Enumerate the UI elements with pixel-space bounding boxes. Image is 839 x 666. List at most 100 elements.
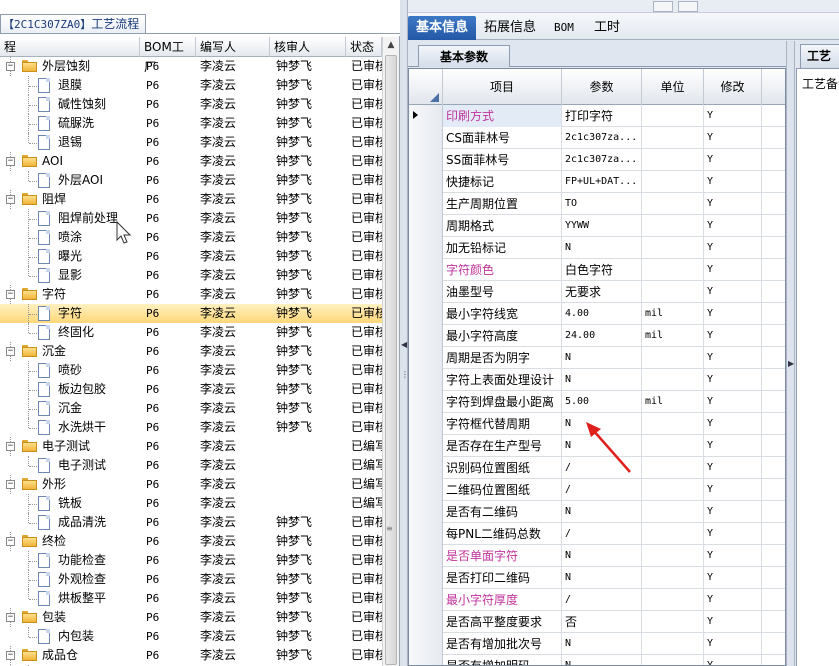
param-value-cell[interactable]: 2c1c307za... xyxy=(562,127,642,149)
tab-work-hours[interactable]: 工时 xyxy=(586,16,628,40)
param-value-cell[interactable]: N xyxy=(562,633,642,655)
param-value-cell[interactable]: FP+UL+DAT... xyxy=(562,171,642,193)
col-header-status[interactable]: 状态 xyxy=(346,37,382,57)
param-value-cell[interactable]: / xyxy=(562,589,642,611)
param-modify-cell[interactable]: Y xyxy=(704,237,762,259)
param-row[interactable]: 快捷标记 FP+UL+DAT... Y xyxy=(409,171,785,193)
expand-toggle-icon[interactable]: − xyxy=(6,651,15,660)
expand-toggle-icon[interactable]: − xyxy=(6,442,15,451)
tree-folder-row[interactable]: − 沉金 P6 李凌云 钟梦飞 已审核 xyxy=(0,342,382,361)
tree-folder-row[interactable]: − 电子测试 P6 李凌云 已编写 xyxy=(0,437,382,456)
row-indicator[interactable] xyxy=(409,171,443,193)
param-value-cell[interactable]: / xyxy=(562,457,642,479)
row-indicator[interactable] xyxy=(409,589,443,611)
row-indicator[interactable] xyxy=(409,149,443,171)
tree-item-row[interactable]: 水洗烘干 P6 李凌云 钟梦飞 已审核 xyxy=(0,418,382,437)
col-header-unit[interactable]: 单位 xyxy=(642,69,704,105)
row-indicator[interactable] xyxy=(409,105,443,127)
tree-item-row[interactable]: 退锡 P6 李凌云 钟梦飞 已审核 xyxy=(0,133,382,152)
process-flow-tab[interactable]: 【2C1C307ZA0】工艺流程 xyxy=(0,14,147,34)
param-modify-cell[interactable]: Y xyxy=(704,281,762,303)
param-modify-cell[interactable]: Y xyxy=(704,479,762,501)
tree-folder-row[interactable]: − 外层蚀刻 P6 李凌云 钟梦飞 已审核 xyxy=(0,57,382,76)
col-header-editor[interactable]: 编写人 xyxy=(196,37,270,57)
param-modify-cell[interactable]: Y xyxy=(704,589,762,611)
tree-item-row[interactable]: 外观检查 P6 李凌云 钟梦飞 已审核 xyxy=(0,570,382,589)
param-row[interactable]: 识别码位置图纸 / Y xyxy=(409,457,785,479)
row-indicator[interactable] xyxy=(409,127,443,149)
expand-toggle-icon[interactable]: − xyxy=(6,157,15,166)
param-row[interactable]: 字符到焊盘最小距离 5.00 mil Y xyxy=(409,391,785,413)
param-row[interactable]: 加无铅标记 N Y xyxy=(409,237,785,259)
param-row[interactable]: 是否存在生产型号 N Y xyxy=(409,435,785,457)
expand-toggle-icon[interactable]: − xyxy=(6,537,15,546)
row-indicator[interactable] xyxy=(409,215,443,237)
row-indicator[interactable] xyxy=(409,523,443,545)
tree-item-row[interactable]: 功能检查 P6 李凌云 钟梦飞 已审核 xyxy=(0,551,382,570)
notes-area[interactable]: 工艺备注 xyxy=(796,68,839,666)
main-splitter[interactable]: ◀ ⋮ xyxy=(400,0,409,666)
param-value-cell[interactable]: 4.00 xyxy=(562,303,642,325)
tree-folder-row[interactable]: − 阻焊 P6 李凌云 钟梦飞 已审核 xyxy=(0,190,382,209)
expand-toggle-icon[interactable]: − xyxy=(6,480,15,489)
param-modify-cell[interactable]: Y xyxy=(704,655,762,665)
param-modify-cell[interactable]: Y xyxy=(704,369,762,391)
col-header-value[interactable]: 参数 xyxy=(562,69,642,105)
tree-item-row[interactable]: 烘板整平 P6 李凌云 钟梦飞 已审核 xyxy=(0,589,382,608)
tree-item-row[interactable]: 铣板 P6 李凌云 已编写 xyxy=(0,494,382,513)
param-value-cell[interactable]: 否 xyxy=(562,611,642,633)
window-button[interactable] xyxy=(653,1,673,12)
row-indicator[interactable] xyxy=(409,545,443,567)
param-modify-cell[interactable]: Y xyxy=(704,347,762,369)
row-indicator[interactable] xyxy=(409,611,443,633)
tree-item-row[interactable]: 终固化 P6 李凌云 钟梦飞 已审核 xyxy=(0,323,382,342)
row-indicator[interactable] xyxy=(409,259,443,281)
tree-folder-row[interactable]: − 外形 P6 李凌云 已编写 xyxy=(0,475,382,494)
param-row[interactable]: SS面菲林号 2c1c307za... Y xyxy=(409,149,785,171)
param-row[interactable]: 是否有二维码 N Y xyxy=(409,501,785,523)
param-modify-cell[interactable]: Y xyxy=(704,501,762,523)
row-indicator[interactable] xyxy=(409,457,443,479)
row-indicator[interactable] xyxy=(409,347,443,369)
param-modify-cell[interactable]: Y xyxy=(704,193,762,215)
param-modify-cell[interactable]: Y xyxy=(704,105,762,127)
tree-item-row[interactable]: 板边包胶 P6 李凌云 钟梦飞 已审核 xyxy=(0,380,382,399)
param-modify-cell[interactable]: Y xyxy=(704,523,762,545)
param-modify-cell[interactable]: Y xyxy=(704,303,762,325)
tree-item-row[interactable]: 内包装 P6 李凌云 钟梦飞 已审核 xyxy=(0,627,382,646)
tree-item-row[interactable]: 喷砂 P6 李凌云 钟梦飞 已审核 xyxy=(0,361,382,380)
tree-item-row[interactable]: 电子测试 P6 李凌云 已编写 xyxy=(0,456,382,475)
param-value-cell[interactable]: TO xyxy=(562,193,642,215)
col-header-process[interactable]: 程 xyxy=(0,37,140,57)
param-modify-cell[interactable]: Y xyxy=(704,435,762,457)
param-modify-cell[interactable]: Y xyxy=(704,413,762,435)
param-modify-cell[interactable]: Y xyxy=(704,457,762,479)
row-indicator[interactable] xyxy=(409,303,443,325)
param-value-cell[interactable]: N xyxy=(562,413,642,435)
param-row[interactable]: 周期是否为阴字 N Y xyxy=(409,347,785,369)
param-modify-cell[interactable]: Y xyxy=(704,259,762,281)
tree-item-row[interactable]: 曝光 P6 李凌云 钟梦飞 已审核 xyxy=(0,247,382,266)
row-indicator[interactable] xyxy=(409,567,443,589)
tab-basic-info[interactable]: 基本信息 xyxy=(408,16,477,40)
expand-toggle-icon[interactable]: − xyxy=(6,613,15,622)
param-value-cell[interactable]: / xyxy=(562,479,642,501)
row-indicator[interactable] xyxy=(409,633,443,655)
param-value-cell[interactable]: 5.00 xyxy=(562,391,642,413)
row-indicator[interactable] xyxy=(409,325,443,347)
param-modify-cell[interactable]: Y xyxy=(704,171,762,193)
tree-item-row[interactable]: 成品清洗 P6 李凌云 钟梦飞 已审核 xyxy=(0,513,382,532)
row-indicator[interactable] xyxy=(409,655,443,665)
param-value-cell[interactable]: YYWW xyxy=(562,215,642,237)
param-row[interactable]: 每PNL二维码总数 / Y xyxy=(409,523,785,545)
param-row[interactable]: 生产周期位置 TO Y xyxy=(409,193,785,215)
row-indicator[interactable] xyxy=(409,281,443,303)
param-value-cell[interactable]: N xyxy=(562,435,642,457)
param-modify-cell[interactable]: Y xyxy=(704,149,762,171)
param-value-cell[interactable]: N xyxy=(562,655,642,665)
row-indicator[interactable] xyxy=(409,369,443,391)
tree-folder-row[interactable]: − 字符 P6 李凌云 钟梦飞 已审核 xyxy=(0,285,382,304)
expand-toggle-icon[interactable]: − xyxy=(6,290,15,299)
tree-item-row[interactable]: 碱性蚀刻 P6 李凌云 钟梦飞 已审核 xyxy=(0,95,382,114)
tree-item-row[interactable]: 字符 P6 李凌云 钟梦飞 已审核 xyxy=(0,304,382,323)
